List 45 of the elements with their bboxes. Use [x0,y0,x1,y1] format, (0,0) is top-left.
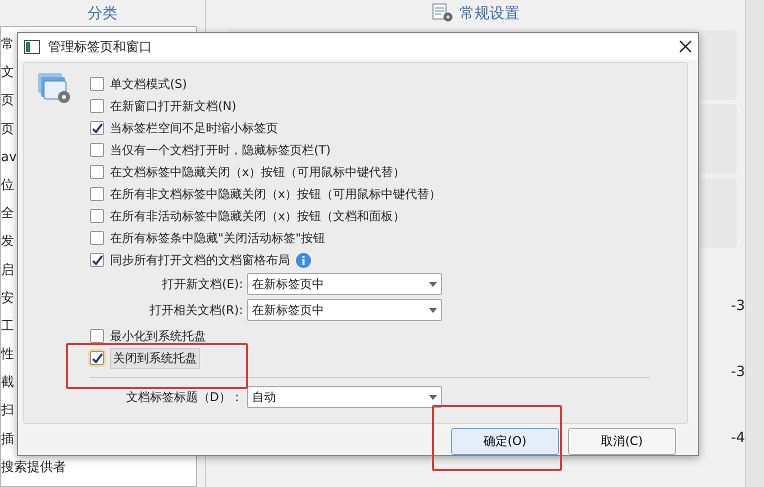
select-label: 打开相关文档(R): [148,302,244,318]
option-label: 在所有非文档标签中隐藏关闭（x）按钮（可用鼠标中键代替） [110,186,442,202]
settings-title: 常规设置 [460,4,520,22]
checkbox[interactable] [90,143,104,157]
dialog-button[interactable]: 取消(C) [568,428,676,455]
option-label: 最小化到系统托盘 [110,328,206,344]
checkbox[interactable] [90,187,104,201]
option-label: 同步所有打开文档的文档窗格布局 [110,252,290,268]
checkbox[interactable] [90,77,104,91]
option-label: 当仅有一个文档打开时，隐藏标签页栏(T) [110,142,331,158]
settings-page-icon [432,3,454,23]
dialog-button[interactable]: 确定(O) [451,428,559,455]
scrollbar[interactable] [745,0,764,487]
checkbox[interactable] [90,253,104,267]
checkbox[interactable] [90,231,104,245]
checkbox[interactable] [90,165,104,179]
windows-gear-icon [38,73,72,105]
option-label: 在新窗口打开新文档(N) [110,98,236,114]
option-label: 当标签栏空间不足时缩小标签页 [110,120,278,136]
checkbox[interactable] [90,329,104,343]
checkbox[interactable] [90,99,104,113]
option-label: 关闭到系统托盘 [110,348,200,368]
window-icon [24,40,40,54]
dropdown[interactable]: 自动 [247,386,442,408]
checkbox[interactable] [90,209,104,223]
caret-icon [429,308,437,312]
select-label: 文档标签标题（D）： [124,388,244,406]
sidebar-title: 分类 [86,2,118,24]
value-text: -4 [731,430,745,446]
caret-icon [429,282,437,286]
checkbox[interactable] [90,121,104,135]
close-icon[interactable] [679,40,692,53]
checkbox[interactable] [90,351,104,365]
value-text: -3 [731,298,745,314]
value-text: -3 [731,364,745,380]
option-label: 在所有标签条中隐藏"关闭活动标签"按钮 [110,230,326,246]
dropdown[interactable]: 在新标签页中 [247,273,442,295]
dropdown[interactable]: 在新标签页中 [247,299,442,321]
option-label: 单文档模式(S) [110,76,187,92]
category-item[interactable]: 搜索提供者 [1,454,196,482]
option-label: 在文档标签中隐藏关闭（x）按钮（可用鼠标中键代替） [110,164,406,180]
caret-icon [429,394,437,400]
select-label: 打开新文档(E): [161,276,244,292]
window-title: 管理标签页和窗口 [48,38,153,56]
option-label: 在所有非活动标签中隐藏关闭（x）按钮（文档和面板） [110,208,406,224]
